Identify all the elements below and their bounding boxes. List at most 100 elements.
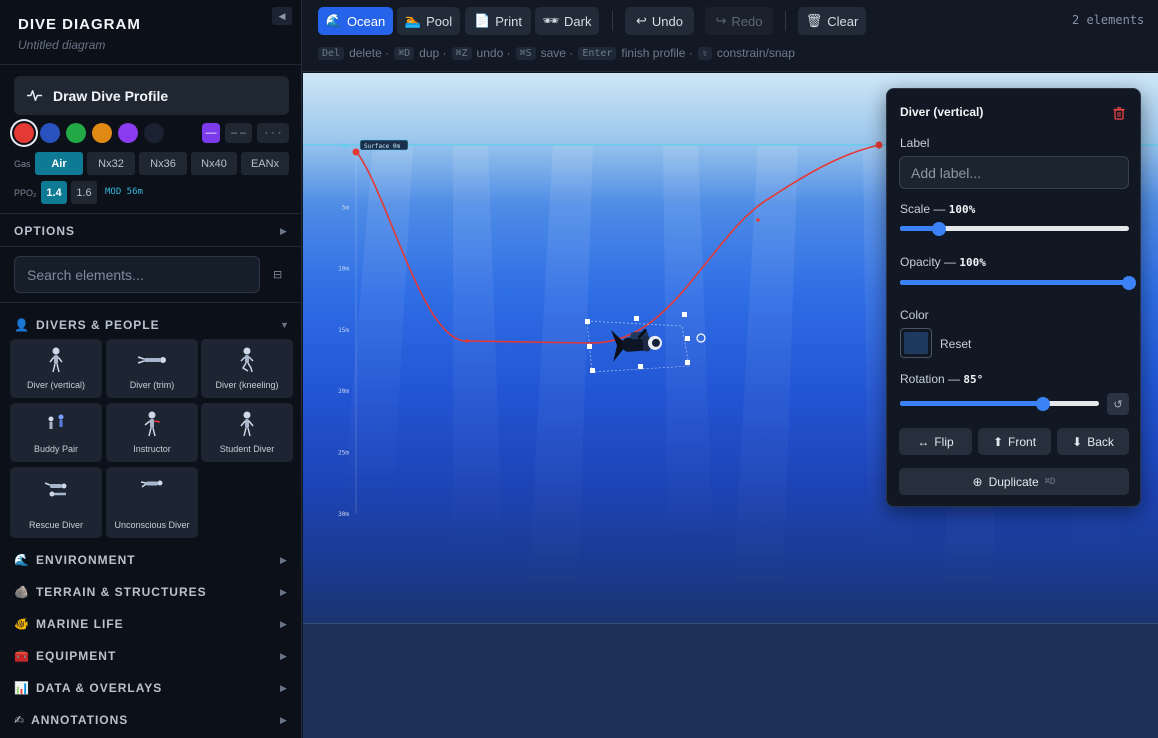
chevron-right-icon: ▶ bbox=[280, 226, 287, 236]
depth-tick-label: 25m bbox=[338, 450, 349, 457]
reset-color-button[interactable]: Reset bbox=[940, 337, 971, 351]
person-icon: 👤 bbox=[14, 318, 30, 332]
scale-slider[interactable] bbox=[900, 222, 1129, 236]
reset-rotation-button[interactable]: ↺ bbox=[1107, 393, 1129, 415]
dive-profile-line[interactable] bbox=[355, 144, 880, 344]
duplicate-button[interactable]: ⊕ Duplicate ⌘D bbox=[899, 468, 1129, 495]
profile-point-start[interactable] bbox=[352, 148, 360, 156]
tile-student-diver[interactable]: Student Diver bbox=[201, 403, 293, 462]
dark-button[interactable]: 🕶 Dark bbox=[535, 7, 599, 35]
tile-label: Rescue Diver bbox=[28, 520, 84, 530]
tile-label: Diver (trim) bbox=[129, 380, 175, 390]
scale-slider-handle[interactable] bbox=[931, 222, 946, 236]
shortcut-description: delete · bbox=[349, 46, 390, 60]
annotations-section-header[interactable]: ✍ ANNOTATIONS bbox=[14, 713, 128, 727]
brand: DIVE DIAGRAM Untitled diagram bbox=[0, 0, 301, 52]
gas-nx40-button[interactable]: Nx40 bbox=[191, 152, 237, 175]
scale-label: Scale — 100% bbox=[900, 202, 975, 216]
options-section-header[interactable]: OPTIONS bbox=[14, 224, 75, 238]
sidebar: DIVE DIAGRAM Untitled diagram ◀ Draw Div… bbox=[0, 0, 302, 738]
chevron-down-icon: ▼ bbox=[280, 320, 289, 330]
profile-point[interactable] bbox=[756, 218, 760, 222]
redo-button[interactable]: ↪ Redo bbox=[705, 7, 773, 35]
opacity-slider[interactable] bbox=[900, 276, 1136, 290]
clear-button[interactable]: 🗑 Clear bbox=[798, 7, 866, 35]
arrow-down-icon: ⬇ bbox=[1072, 434, 1083, 449]
swatch-orange[interactable] bbox=[92, 123, 112, 143]
swatch-purple[interactable] bbox=[118, 123, 138, 143]
ppo2-1-4-button[interactable]: 1.4 bbox=[41, 181, 67, 204]
swatch-green[interactable] bbox=[66, 123, 86, 143]
line-solid-button[interactable]: — bbox=[202, 123, 220, 143]
plus-circle-icon: ⊕ bbox=[972, 474, 983, 489]
environment-label: ENVIRONMENT bbox=[35, 553, 136, 567]
swatch-dark[interactable] bbox=[144, 123, 164, 143]
print-button[interactable]: 📄 Print bbox=[465, 7, 531, 35]
marine-life-label: MARINE LIFE bbox=[35, 617, 124, 631]
ppo2-1-6-button[interactable]: 1.6 bbox=[71, 181, 97, 204]
terrain-section-header[interactable]: 🪨 TERRAIN & STRUCTURES bbox=[14, 585, 207, 599]
surface-badge: Surface 0m bbox=[359, 139, 409, 151]
divers-section-header[interactable]: 👤 DIVERS & PEOPLE bbox=[14, 318, 160, 332]
divider bbox=[0, 302, 301, 303]
tile-diver-kneeling[interactable]: Diver (kneeling) bbox=[201, 339, 293, 398]
tile-rescue-diver[interactable]: Rescue Diver bbox=[10, 467, 102, 538]
depth-tick-label: 10m bbox=[338, 266, 349, 273]
profile-point[interactable] bbox=[465, 339, 469, 343]
gas-nx36-button[interactable]: Nx36 bbox=[139, 152, 187, 175]
app-root: DIVE DIAGRAM Untitled diagram ◀ Draw Div… bbox=[0, 0, 1158, 738]
marine-life-section-header[interactable]: 🐠 MARINE LIFE bbox=[14, 617, 124, 631]
search-input[interactable] bbox=[14, 256, 260, 293]
tile-unconscious-diver[interactable]: Unconscious Diver bbox=[106, 467, 198, 538]
tile-label: Diver (vertical) bbox=[26, 380, 85, 390]
ocean-label: Ocean bbox=[346, 13, 386, 29]
diagram-name[interactable]: Untitled diagram bbox=[18, 38, 283, 52]
collapse-sidebar-button[interactable]: ◀ bbox=[272, 7, 292, 25]
shortcut-key: ⌘D bbox=[394, 46, 415, 60]
undo-button[interactable]: ↩ Undo bbox=[625, 7, 694, 35]
flip-button[interactable]: ↔ Flip bbox=[899, 428, 972, 455]
opacity-slider-handle[interactable] bbox=[1122, 276, 1136, 290]
tile-buddy-pair[interactable]: Buddy Pair bbox=[10, 403, 102, 462]
tile-instructor[interactable]: Instructor bbox=[106, 403, 198, 462]
swatch-red[interactable] bbox=[14, 123, 34, 143]
tile-label: Instructor bbox=[133, 444, 171, 454]
line-dotted-button[interactable]: · · · bbox=[257, 123, 289, 143]
label-input[interactable] bbox=[899, 156, 1129, 189]
line-dashed-button[interactable]: – – bbox=[225, 123, 252, 143]
color-picker[interactable] bbox=[900, 328, 932, 358]
send-back-button[interactable]: ⬇ Back bbox=[1057, 428, 1129, 455]
shortcut-hints: Del delete · ⌘D dup · ⌘Z undo · ⌘S save · Enter f… bbox=[318, 46, 795, 60]
collapse-all-icon[interactable]: ⊟ bbox=[273, 268, 282, 281]
gas-air-button[interactable]: Air bbox=[35, 152, 83, 175]
swatch-blue[interactable] bbox=[40, 123, 60, 143]
rotation-slider-handle[interactable] bbox=[1036, 397, 1051, 411]
profile-point-end[interactable] bbox=[875, 141, 883, 149]
trash-icon[interactable] bbox=[1113, 107, 1125, 120]
data-overlays-section-header[interactable]: 📊 DATA & OVERLAYS bbox=[14, 681, 162, 695]
data-overlays-label: DATA & OVERLAYS bbox=[35, 681, 163, 695]
draw-dive-profile-button[interactable]: Draw Dive Profile bbox=[14, 76, 289, 115]
bring-front-button[interactable]: ⬆ Front bbox=[978, 428, 1051, 455]
depth-tick-label: 30m bbox=[338, 511, 349, 518]
terrain-label: TERRAIN & STRUCTURES bbox=[35, 585, 207, 599]
toolbar: 🌊 Ocean 🏊 Pool 📄 Print 🕶 Dark ↩ Undo ↪ Redo 🗑 C… bbox=[302, 0, 1158, 72]
divider bbox=[0, 246, 301, 247]
tile-diver-trim[interactable]: Diver (trim) bbox=[106, 339, 198, 398]
divers-section-label: DIVERS & PEOPLE bbox=[35, 318, 160, 332]
arrow-up-icon: ⬆ bbox=[992, 434, 1004, 449]
ocean-button[interactable]: 🌊 Ocean bbox=[318, 7, 393, 35]
gas-eanx-button[interactable]: EANx bbox=[241, 152, 289, 175]
shortcut-description: dup · bbox=[419, 46, 447, 60]
rotation-slider[interactable] bbox=[900, 397, 1099, 411]
tile-diver-vertical[interactable]: Diver (vertical) bbox=[10, 339, 102, 398]
equipment-section-header[interactable]: 🧰 EQUIPMENT bbox=[14, 649, 116, 663]
options-label: OPTIONS bbox=[14, 224, 76, 238]
pool-button[interactable]: 🏊 Pool bbox=[397, 7, 460, 35]
back-label: Back bbox=[1087, 434, 1114, 449]
rotation-label: Rotation — 85° bbox=[900, 372, 983, 386]
rotation-value: 85° bbox=[963, 373, 984, 386]
gas-nx32-button[interactable]: Nx32 bbox=[87, 152, 135, 175]
environment-section-header[interactable]: 🌊 ENVIRONMENT bbox=[14, 553, 136, 567]
buddy-pair-icon bbox=[48, 414, 64, 429]
